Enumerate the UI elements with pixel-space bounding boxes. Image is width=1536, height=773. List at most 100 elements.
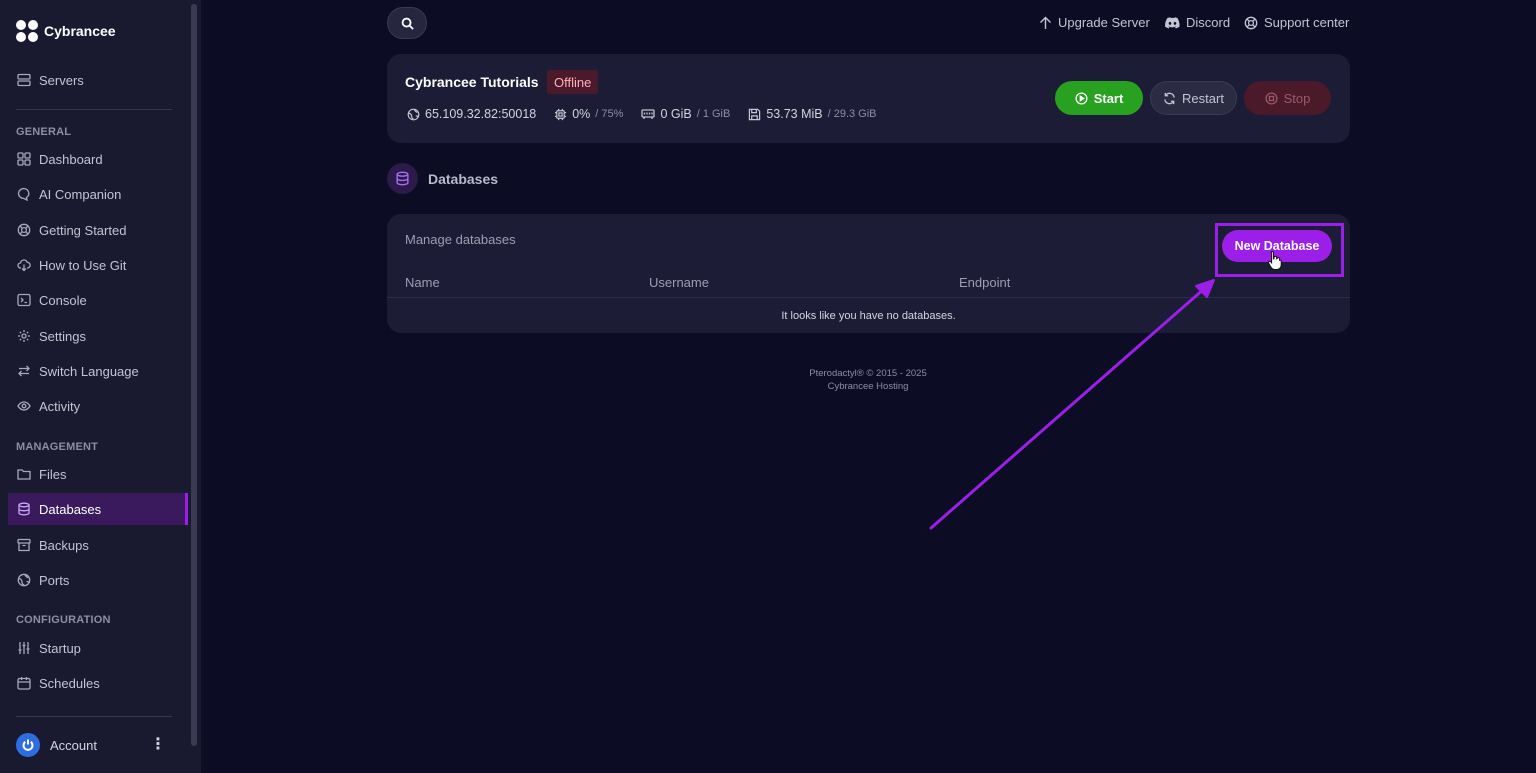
sidebar-item-label: AI Companion: [39, 186, 122, 202]
disk-value: 53.73 MiB: [766, 107, 823, 121]
support-center-link[interactable]: Support center: [1244, 15, 1349, 30]
sidebar-item-label: Schedules: [39, 675, 100, 691]
stat-memory: 0 GiB / 1 GiB: [641, 107, 730, 121]
upgrade-server-link[interactable]: Upgrade Server: [1039, 15, 1150, 30]
server-address: 65.109.32.82:50018: [425, 107, 537, 121]
sidebar-item-databases[interactable]: Databases: [8, 493, 188, 525]
status-badge: Offline: [547, 70, 599, 94]
cloud-download-icon: [17, 258, 31, 272]
play-icon: [1075, 91, 1088, 105]
search-icon: [401, 17, 414, 30]
stat-address[interactable]: 65.109.32.82:50018: [407, 107, 536, 121]
upgrade-server-label: Upgrade Server: [1058, 15, 1150, 30]
save-disk-icon: [749, 108, 761, 120]
server-stats: 65.109.32.82:50018 0% / 75% 0 GiB / 1 Gi…: [407, 107, 877, 121]
cpu-icon: [555, 108, 567, 120]
sidebar-scrollbar[interactable]: [191, 4, 197, 746]
globe-icon: [17, 573, 31, 587]
kebab-menu-icon[interactable]: ⋮: [150, 737, 166, 753]
sidebar-item-console[interactable]: Console: [8, 284, 188, 316]
terminal-icon: [17, 293, 31, 307]
sidebar-item-settings[interactable]: Settings: [8, 320, 188, 352]
restart-button[interactable]: Restart: [1150, 81, 1237, 115]
calendar-icon: [17, 676, 31, 690]
globe-icon: [407, 108, 420, 120]
stop-label: Stop: [1283, 90, 1311, 106]
section-label-configuration: CONFIGURATION: [16, 614, 111, 626]
account-label: Account: [50, 737, 97, 753]
column-header-name: Name: [405, 275, 440, 290]
sidebar-item-how-to-use-git[interactable]: How to Use Git: [8, 249, 188, 281]
lifebuoy-icon: [1244, 16, 1258, 29]
footer-copyright: Pterodactyl® © 2015 - 2025: [809, 368, 927, 379]
lifebuoy-icon: [17, 223, 31, 237]
footer-company: Cybrancee Hosting: [827, 381, 909, 392]
sidebar-item-dashboard[interactable]: Dashboard: [8, 143, 188, 175]
column-header-username: Username: [649, 275, 709, 290]
memory-value: 0 GiB: [660, 107, 692, 121]
stat-cpu: 0% / 75%: [554, 107, 623, 121]
arrow-up-icon: [1040, 16, 1051, 29]
sidebar-item-servers[interactable]: Servers: [8, 64, 188, 96]
folder-icon: [17, 467, 31, 481]
start-button[interactable]: Start: [1055, 81, 1143, 115]
search-button[interactable]: [387, 7, 427, 39]
cpu-limit: / 75%: [595, 108, 624, 120]
server-name: Cybrancee Tutorials: [405, 74, 539, 90]
sidebar-item-startup[interactable]: Startup: [8, 632, 188, 664]
databases-subtitle: Manage databases: [405, 232, 516, 247]
database-icon: [17, 502, 31, 516]
discord-link[interactable]: Discord: [1165, 15, 1230, 30]
sidebar-item-getting-started[interactable]: Getting Started: [8, 214, 188, 246]
section-label-general: GENERAL: [16, 126, 72, 138]
sidebar-item-label: Startup: [39, 640, 81, 656]
sidebar-item-label: How to Use Git: [39, 257, 127, 273]
sidebar-item-backups[interactable]: Backups: [8, 529, 188, 561]
swap-arrows-icon: [17, 364, 31, 378]
stat-disk: 53.73 MiB / 29.3 GiB: [748, 107, 877, 121]
sidebar-divider: [16, 109, 172, 110]
sidebar-item-ports[interactable]: Ports: [8, 564, 188, 596]
sidebar-item-files[interactable]: Files: [8, 458, 188, 490]
sidebar-item-ai-companion[interactable]: AI Companion: [8, 178, 188, 210]
hand-pointer-icon: [1268, 250, 1282, 270]
sidebar-item-activity[interactable]: Activity: [8, 390, 188, 422]
server-icon: [17, 73, 31, 87]
database-icon: [387, 163, 418, 194]
sidebar-item-label: Files: [39, 466, 67, 482]
sidebar-item-label: Servers: [39, 72, 84, 88]
table-divider: [387, 297, 1350, 298]
cpu-value: 0%: [572, 107, 591, 121]
sidebar-item-label: Backups: [39, 537, 89, 553]
sidebar-item-label: Console: [39, 292, 87, 308]
support-center-label: Support center: [1264, 15, 1350, 30]
sidebar-item-switch-language[interactable]: Switch Language: [8, 355, 188, 387]
account-menu[interactable]: Account ⋮: [16, 733, 166, 757]
sidebar: Cybrancee Servers GENERAL Dashboard AI C…: [0, 0, 201, 773]
stop-button[interactable]: Stop: [1244, 81, 1331, 115]
sidebar-divider: [16, 716, 172, 717]
restart-label: Restart: [1182, 90, 1224, 106]
sliders-icon: [17, 641, 31, 655]
eye-icon: [17, 399, 31, 413]
refresh-icon: [1164, 92, 1175, 104]
sidebar-item-label: Activity: [39, 398, 81, 414]
brand-logo-icon: [16, 20, 38, 42]
sidebar-item-label: Databases: [39, 501, 102, 517]
page-title: Databases: [428, 170, 499, 187]
grid-icon: [17, 152, 31, 166]
databases-card: Manage databases New Database Name Usern…: [387, 214, 1350, 333]
sidebar-item-schedules[interactable]: Schedules: [8, 667, 188, 699]
empty-state-message: It looks like you have no databases.: [781, 310, 956, 322]
brand-name: Cybrancee: [44, 23, 116, 39]
sidebar-item-label: Dashboard: [39, 151, 103, 167]
footer: Pterodactyl® © 2015 - 2025 Cybrancee Hos…: [768, 367, 968, 393]
sidebar-item-label: Switch Language: [39, 363, 139, 379]
section-label-management: MANAGEMENT: [16, 441, 99, 453]
memory-icon: [641, 109, 656, 119]
section-header-databases: Databases: [387, 163, 498, 194]
brand[interactable]: Cybrancee: [16, 20, 116, 42]
column-header-endpoint: Endpoint: [959, 275, 1011, 290]
discord-label: Discord: [1186, 15, 1231, 30]
power-icon: [16, 733, 40, 757]
